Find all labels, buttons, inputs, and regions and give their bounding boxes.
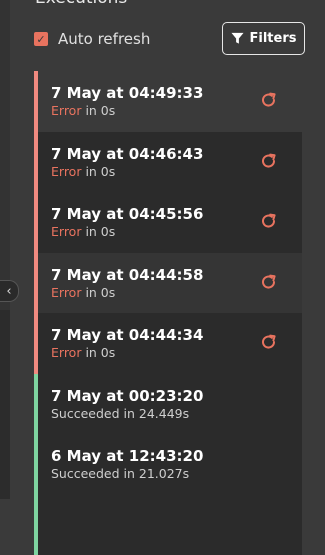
execution-row[interactable]: 7 May at 04:45:56Error in 0s [34, 192, 302, 253]
execution-status: Succeeded in 24.449s [51, 405, 302, 422]
execution-status-detail: in 0s [81, 285, 115, 300]
execution-status-word: Error [51, 103, 81, 118]
execution-row[interactable]: 7 May at 04:44:58Error in 0s [34, 253, 302, 314]
execution-status-bar [34, 132, 38, 193]
execution-row[interactable]: 6 May at 12:43:20Succeeded in 21.027s [34, 434, 302, 495]
execution-status-word: Error [51, 285, 81, 300]
executions-list: 7 May at 04:49:33Error in 0s7 May at 04:… [34, 71, 302, 555]
execution-row[interactable]: 7 May at 04:44:34Error in 0s [34, 313, 302, 374]
execution-status-word: Error [51, 345, 81, 360]
execution-status-bar [34, 192, 38, 253]
chevron-left-icon: ‹ [6, 285, 11, 298]
execution-time: 6 May at 12:43:20 [51, 447, 302, 465]
execution-time: 7 May at 00:23:20 [51, 387, 302, 405]
execution-status-bar [34, 495, 38, 555]
execution-status-bar [34, 434, 38, 495]
execution-status-detail: Succeeded in 21.027s [51, 466, 189, 481]
execution-status-bar [34, 253, 38, 314]
execution-status-detail: in 0s [81, 103, 115, 118]
check-icon: ✓ [36, 34, 45, 45]
execution-row[interactable]: 7 May at 04:46:43Error in 0s [34, 132, 302, 193]
execution-status: Succeeded in 21.027s [51, 465, 302, 482]
execution-status-detail: in 0s [81, 164, 115, 179]
side-panel-edge-lower [0, 310, 10, 499]
collapse-panel-button[interactable]: ‹ [0, 280, 19, 302]
auto-refresh-label: Auto refresh [58, 30, 150, 48]
panel-title: Executions [35, 0, 127, 8]
execution-status-bar [34, 71, 38, 132]
execution-row[interactable]: 7 May at 04:49:33Error in 0s [34, 71, 302, 132]
retry-icon[interactable] [260, 152, 278, 170]
auto-refresh-checkbox[interactable]: ✓ [34, 32, 48, 46]
execution-row[interactable] [34, 495, 302, 555]
filters-label: Filters [250, 31, 297, 46]
execution-status-detail: in 0s [81, 345, 115, 360]
auto-refresh-toggle[interactable]: ✓ Auto refresh [34, 30, 150, 48]
retry-icon[interactable] [260, 91, 278, 109]
execution-status-detail: Succeeded in 24.449s [51, 406, 189, 421]
execution-status-detail: in 0s [81, 224, 115, 239]
filters-button[interactable]: Filters [222, 22, 305, 55]
execution-status-word: Error [51, 224, 81, 239]
execution-status-bar [34, 313, 38, 374]
retry-icon[interactable] [260, 333, 278, 351]
side-panel-edge [0, 0, 10, 499]
execution-status-bar [34, 374, 38, 435]
filter-icon [231, 32, 244, 45]
retry-icon[interactable] [260, 273, 278, 291]
execution-status-word: Error [51, 164, 81, 179]
retry-icon[interactable] [260, 212, 278, 230]
execution-row[interactable]: 7 May at 00:23:20Succeeded in 24.449s [34, 374, 302, 435]
